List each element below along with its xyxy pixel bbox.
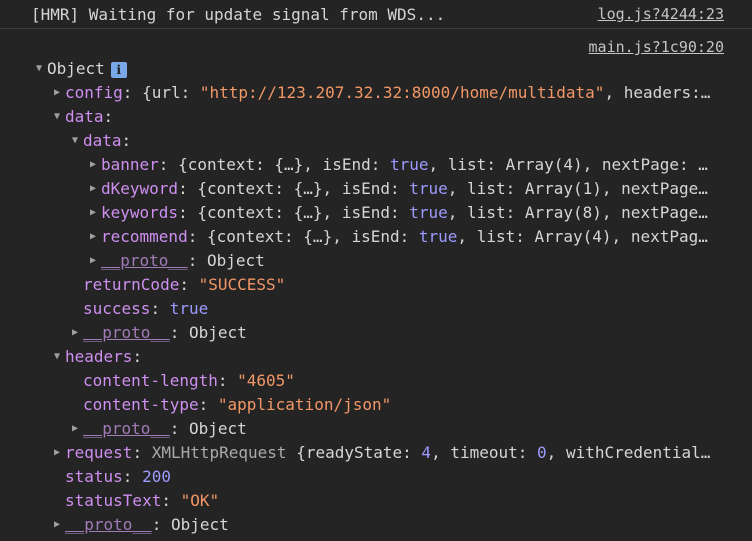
tree-row-proto[interactable]: ▶ __proto__: Object [0,513,752,537]
tree-row-data[interactable]: ▼ data: [0,105,752,129]
prop-key: dKeyword [101,179,179,198]
prop-key: banner [101,155,159,174]
prop-key: headers [65,347,133,366]
prop-key: config [65,83,123,102]
tree-row-data-inner[interactable]: ▼ data: [0,129,752,153]
config-url-value: "http://123.207.32.32:8000/home/multidat… [199,83,605,102]
expanded-triangle-icon[interactable]: ▼ [31,57,47,81]
prop-key: content-length [83,371,218,390]
prop-key: returnCode [83,275,180,294]
collapsed-triangle-icon[interactable]: ▶ [49,441,65,465]
tree-row-headers[interactable]: ▼ headers: [0,345,752,369]
proto-key: __proto__ [83,323,170,342]
expanded-triangle-icon[interactable]: ▼ [49,105,65,129]
proto-key: __proto__ [83,419,170,438]
expanded-triangle-icon[interactable]: ▼ [67,129,83,153]
collapsed-triangle-icon[interactable]: ▶ [85,225,101,249]
object-tree: ▼ Object i ▶ config: {url: "http://123.207.… [0,57,752,537]
prop-key: statusText [65,491,162,510]
tree-row-returncode: ▶returnCode: "SUCCESS" [83,275,286,294]
root-object-label: Object [47,59,105,78]
tree-row-content-type: ▶content-type: "application/json" [83,395,392,414]
tree-row-proto[interactable]: ▶ __proto__: Object [0,321,752,345]
prop-key: keywords [101,203,179,222]
root-object-row[interactable]: ▼ Object i [0,57,752,81]
info-icon[interactable]: i [110,61,127,78]
collapsed-triangle-icon[interactable]: ▶ [67,321,83,345]
prop-key: data [65,107,104,126]
prop-key: data [83,131,122,150]
prop-key: request [65,443,133,462]
prop-key: success [83,299,151,318]
collapsed-triangle-icon[interactable]: ▶ [67,417,83,441]
tree-row-keywords[interactable]: ▶ keywords: {context: {…}, isEnd: true, l… [0,201,752,225]
hmr-log-message: [HMR] Waiting for update signal from WDS… [0,0,752,29]
collapsed-triangle-icon[interactable]: ▶ [85,177,101,201]
tree-row-statustext: ▶statusText: "OK" [65,491,220,510]
collapsed-triangle-icon[interactable]: ▶ [49,81,65,105]
tree-row-banner[interactable]: ▶ banner: {context: {…}, isEnd: true, lis… [0,153,752,177]
tree-row-proto[interactable]: ▶ __proto__: Object [0,417,752,441]
prop-key: content-type [83,395,199,414]
proto-key: __proto__ [65,515,152,534]
log-source-link[interactable]: log.js?4244:23 [598,0,724,29]
proto-key: __proto__ [101,251,188,270]
tree-row-recommend[interactable]: ▶ recommend: {context: {…}, isEnd: true, … [0,225,752,249]
tree-row-dkeyword[interactable]: ▶ dKeyword: {context: {…}, isEnd: true, l… [0,177,752,201]
main-source-link[interactable]: main.js?1c90:20 [589,36,724,58]
collapsed-triangle-icon[interactable]: ▶ [49,513,65,537]
collapsed-triangle-icon[interactable]: ▶ [85,201,101,225]
tree-row-request[interactable]: ▶ request: XMLHttpRequest {readyState: 4,… [0,441,752,465]
devtools-console: [HMR] Waiting for update signal from WDS… [0,0,752,541]
tree-row-status: ▶status: 200 [65,467,171,486]
tree-row-content-length: ▶content-length: "4605" [83,371,295,390]
expanded-triangle-icon[interactable]: ▼ [49,345,65,369]
prop-key: recommend [101,227,188,246]
hmr-message-text: [HMR] Waiting for update signal from WDS… [31,5,446,24]
tree-row-proto[interactable]: ▶ __proto__: Object [0,249,752,273]
tree-row-config[interactable]: ▶ config: {url: "http://123.207.32.32:800… [0,81,752,105]
collapsed-triangle-icon[interactable]: ▶ [85,249,101,273]
prop-key: status [65,467,123,486]
tree-row-success: ▶success: true [83,299,209,318]
collapsed-triangle-icon[interactable]: ▶ [85,153,101,177]
